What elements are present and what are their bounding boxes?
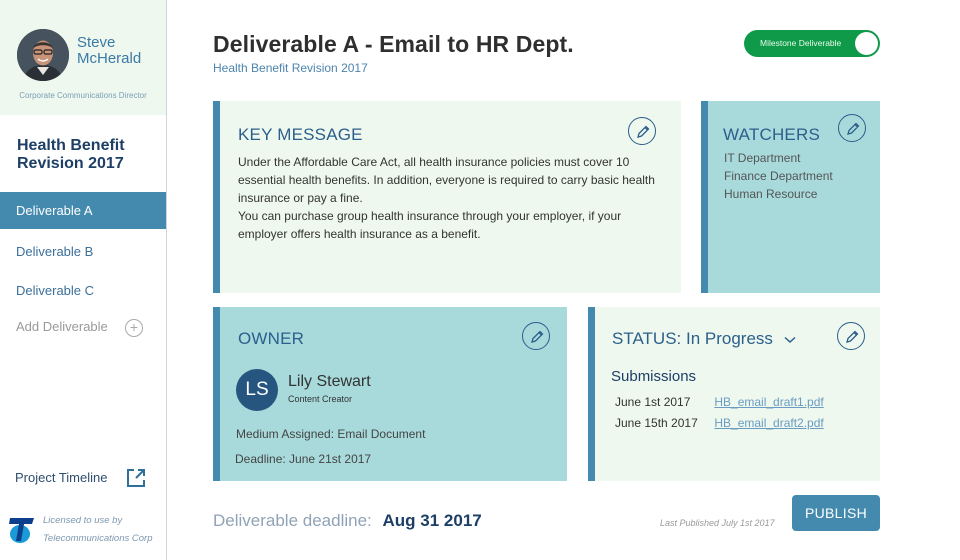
deadline-label: Deliverable deadline: — [213, 511, 372, 530]
user-photo-icon — [17, 29, 69, 81]
card-accent-bar — [701, 101, 708, 293]
owner-avatar: LS — [236, 369, 278, 411]
pencil-icon — [847, 122, 860, 135]
key-message-paragraph: You can purchase group health insurance … — [238, 209, 622, 241]
user-first-name: Steve — [77, 34, 116, 51]
owner-name: Lily Stewart — [288, 373, 371, 390]
owner-heading: OWNER — [238, 329, 305, 348]
status-card: STATUS: In Progress Submissions June 1st… — [588, 307, 880, 481]
license-line1: Licensed to use by — [43, 515, 123, 526]
user-last-name: McHerald — [77, 50, 142, 67]
submission-date: June 1st 2017 — [615, 395, 691, 409]
project-timeline-link[interactable]: Project Timeline — [15, 466, 155, 490]
user-name: Steve McHerald — [77, 35, 141, 67]
project-title-line2: Revision 2017 — [17, 155, 124, 172]
edit-status-button[interactable] — [837, 322, 865, 350]
add-deliverable-button[interactable]: Add Deliverable + — [0, 308, 166, 345]
watcher-item: IT Department — [724, 151, 801, 165]
submission-row: June 15th 2017 HB_email_draft2.pdf — [615, 416, 824, 430]
deliverable-deadline: Deliverable deadline: Aug 31 2017 — [213, 511, 482, 531]
watchers-list: IT Department Finance Department Human R… — [724, 149, 833, 203]
telstra-logo-icon — [9, 518, 34, 543]
owner-card: OWNER LS Lily Stewart Content Creator Me… — [213, 307, 567, 481]
pencil-icon — [531, 330, 544, 343]
watchers-card: WATCHERS IT Department Finance Departmen… — [701, 101, 880, 293]
project-title-line1: Health Benefit — [17, 137, 125, 154]
pencil-icon — [846, 330, 859, 343]
project-title: Health Benefit Revision 2017 — [17, 137, 125, 173]
edit-owner-button[interactable] — [522, 322, 550, 350]
key-message-heading: KEY MESSAGE — [238, 125, 363, 144]
card-accent-bar — [213, 307, 220, 481]
card-accent-bar — [588, 307, 595, 481]
chevron-down-icon — [784, 336, 796, 343]
owner-role: Content Creator — [288, 394, 353, 404]
status-dropdown[interactable]: STATUS: In Progress — [612, 329, 796, 349]
external-link-icon[interactable] — [125, 467, 147, 489]
publish-button[interactable]: PUBLISH — [792, 495, 880, 531]
key-message-body: Under the Affordable Care Act, all healt… — [238, 153, 658, 243]
sidebar-item-deliverable-c[interactable]: Deliverable C — [0, 272, 166, 309]
owner-deadline: Deadline: June 21st 2017 — [235, 452, 372, 466]
toggle-knob[interactable] — [855, 32, 878, 55]
user-avatar[interactable] — [17, 29, 69, 81]
license-text: Licensed to use by Telecommunications Co… — [43, 512, 152, 548]
user-role: Corporate Communications Director — [19, 91, 147, 100]
page-title: Deliverable A - Email to HR Dept. — [213, 31, 574, 57]
watcher-item: Human Resource — [724, 187, 818, 201]
sidebar-item-deliverable-b[interactable]: Deliverable B — [0, 233, 166, 270]
submission-file-link[interactable]: HB_email_draft1.pdf — [714, 395, 823, 409]
edit-watchers-button[interactable] — [838, 114, 866, 142]
submission-row: June 1st 2017 HB_email_draft1.pdf — [615, 395, 824, 409]
submission-date: June 15th 2017 — [615, 416, 698, 430]
submission-file-link[interactable]: HB_email_draft2.pdf — [714, 416, 823, 430]
watcher-item: Finance Department — [724, 169, 833, 183]
card-accent-bar — [213, 101, 220, 293]
deadline-value: Aug 31 2017 — [382, 511, 482, 530]
status-label: STATUS: In Progress — [612, 329, 773, 348]
key-message-paragraph: Under the Affordable Care Act, all healt… — [238, 155, 655, 205]
watchers-heading: WATCHERS — [723, 125, 820, 144]
project-timeline-label: Project Timeline — [15, 470, 108, 485]
key-message-card: KEY MESSAGE Under the Affordable Care Ac… — [213, 101, 681, 293]
license-line2: Telecommunications Corp — [43, 533, 153, 544]
last-published: Last Published July 1st 2017 — [660, 518, 775, 528]
add-deliverable-label: Add Deliverable — [16, 319, 108, 334]
pencil-icon — [637, 125, 650, 138]
sidebar: Steve McHerald Corporate Communications … — [0, 0, 167, 560]
page-subtitle: Health Benefit Revision 2017 — [213, 61, 368, 75]
milestone-deliverable-toggle[interactable]: Milestone Deliverable — [744, 30, 880, 57]
license-info: Licensed to use by Telecommunications Co… — [8, 512, 166, 552]
owner-medium: Medium Assigned: Email Document — [236, 427, 426, 441]
plus-circle-icon[interactable]: + — [125, 319, 143, 337]
user-profile: Steve McHerald Corporate Communications … — [0, 0, 166, 115]
submissions-title: Submissions — [611, 368, 697, 385]
milestone-label: Milestone Deliverable — [760, 38, 842, 48]
edit-key-message-button[interactable] — [628, 117, 656, 145]
sidebar-item-deliverable-a[interactable]: Deliverable A — [0, 192, 166, 229]
